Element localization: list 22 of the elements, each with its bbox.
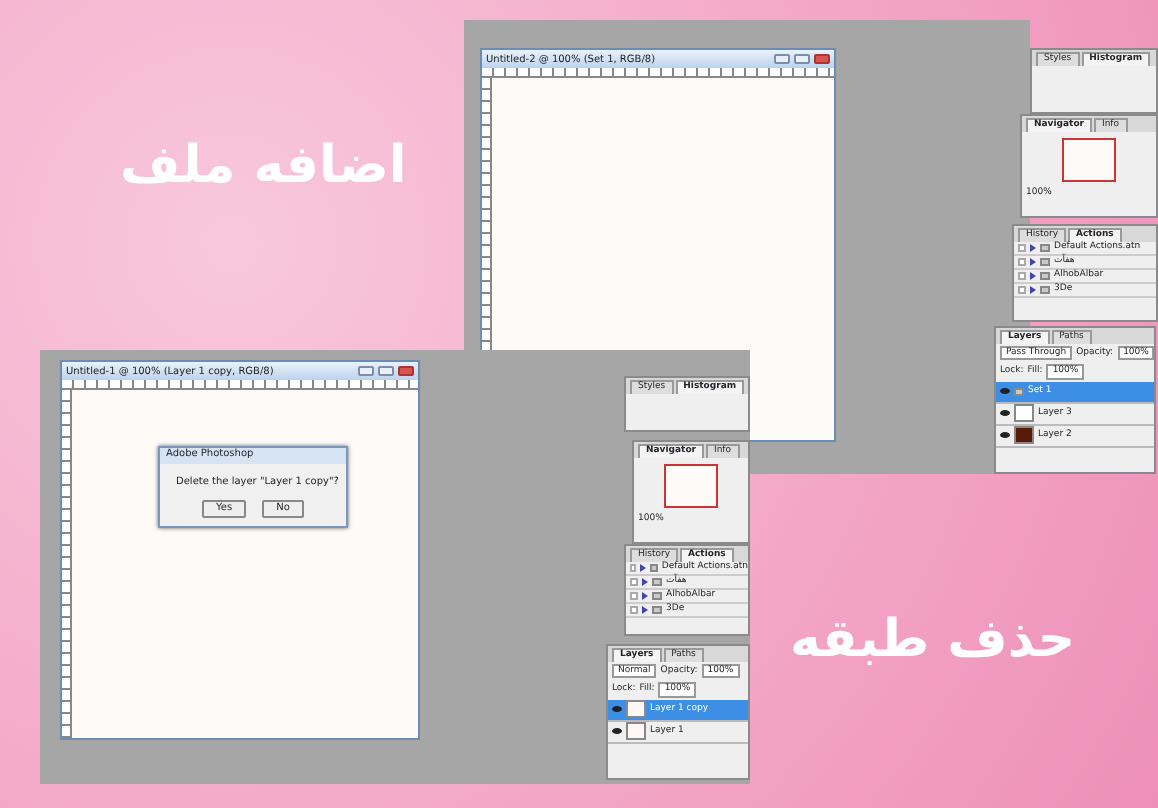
close-button[interactable] [398,366,414,376]
eye-icon[interactable] [612,728,622,735]
eye-icon[interactable] [1000,410,1010,417]
navigator-preview [664,464,718,508]
toggle-checkbox[interactable] [1018,272,1026,280]
caption: اضافه ملف [120,136,407,199]
toggle-checkbox[interactable] [630,592,638,600]
eye-icon[interactable] [1000,432,1010,439]
maximize-button[interactable] [794,54,810,64]
toggle-checkbox[interactable] [630,564,637,572]
minimize-button[interactable] [774,54,790,64]
toggle-checkbox[interactable] [630,578,638,586]
toggle-checkbox[interactable] [1018,286,1026,294]
close-button[interactable] [814,54,830,64]
folder-icon [1014,387,1024,396]
toggle-checkbox[interactable] [1018,244,1026,252]
caption: حذف طبقه [790,610,1076,673]
toggle-checkbox[interactable] [630,606,638,614]
minimize-button[interactable] [358,366,374,376]
navigator-preview [1062,138,1116,182]
maximize-button[interactable] [378,366,394,376]
toggle-checkbox[interactable] [1018,258,1026,266]
